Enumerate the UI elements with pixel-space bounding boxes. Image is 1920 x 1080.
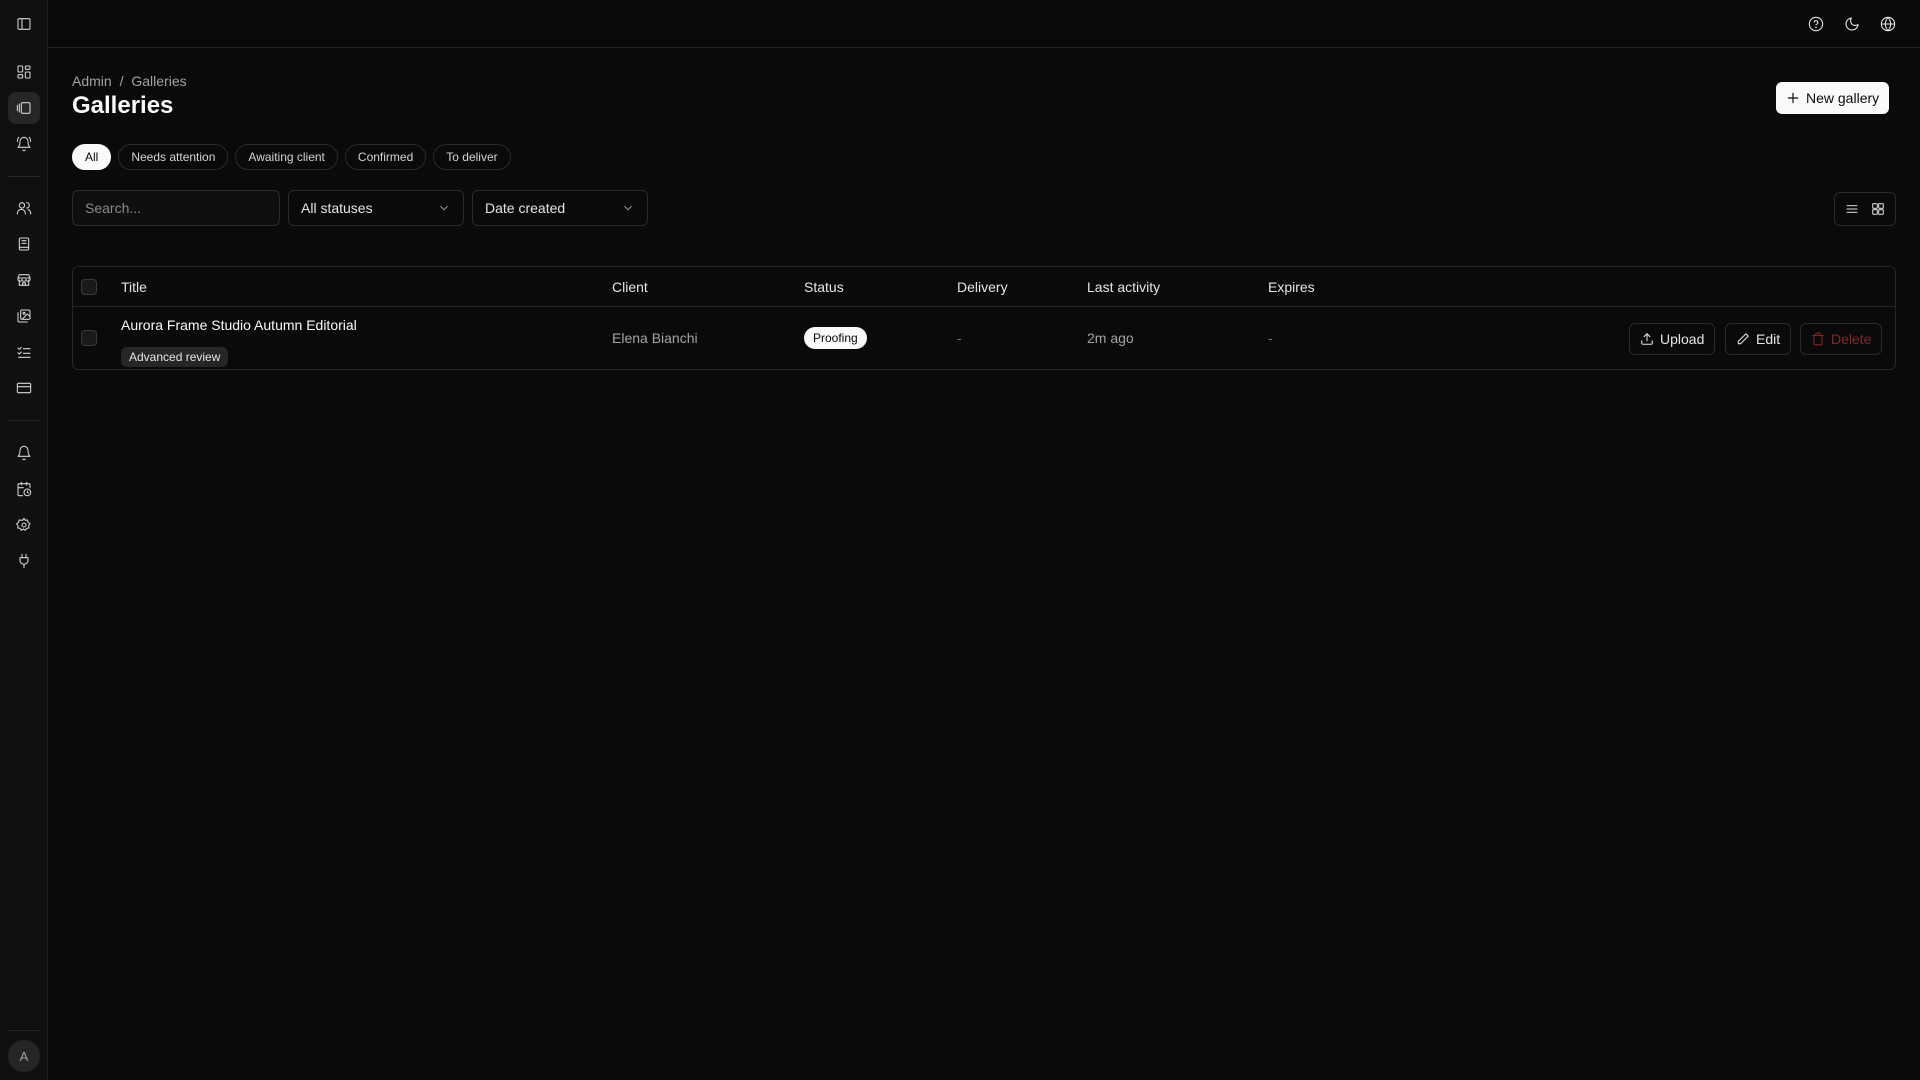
calendar-clock-icon[interactable]: [8, 473, 40, 505]
last-activity-value: 2m ago: [1087, 330, 1134, 346]
breadcrumb-current: Galleries: [131, 73, 187, 89]
edit-button[interactable]: Edit: [1725, 323, 1792, 355]
chevron-down-icon: [440, 205, 448, 211]
upload-button[interactable]: Upload: [1629, 323, 1716, 355]
bell-icon[interactable]: [8, 437, 40, 469]
pill-all[interactable]: All: [72, 144, 112, 170]
status-badge: Proofing: [804, 327, 867, 349]
column-status[interactable]: Status: [804, 279, 844, 295]
view-toggle: [1834, 192, 1896, 226]
pill-awaiting-client[interactable]: Awaiting client: [235, 144, 338, 170]
sidebar-toggle-icon[interactable]: [8, 8, 40, 40]
grid-view-icon[interactable]: [1866, 197, 1890, 221]
column-last-activity[interactable]: Last activity: [1087, 279, 1160, 295]
status-select[interactable]: All statuses: [288, 190, 464, 226]
pill-confirmed[interactable]: Confirmed: [344, 144, 427, 170]
column-client[interactable]: Client: [612, 279, 648, 295]
new-gallery-button[interactable]: New gallery: [1776, 82, 1890, 114]
bell-ringing-icon[interactable]: [8, 128, 40, 160]
pill-needs-attention[interactable]: Needs attention: [118, 144, 229, 170]
pencil-icon: [1737, 333, 1749, 345]
new-gallery-label: New gallery: [1806, 90, 1880, 106]
sidebar-divider: [8, 176, 40, 177]
galleries-icon[interactable]: [8, 92, 40, 124]
sidebar: A: [0, 0, 48, 1080]
upload-label: Upload: [1660, 331, 1705, 347]
edit-label: Edit: [1756, 331, 1781, 347]
delete-button[interactable]: Delete: [1800, 323, 1883, 355]
sidebar-divider: [8, 1030, 40, 1031]
row-checkbox[interactable]: [81, 330, 97, 346]
images-icon[interactable]: [8, 300, 40, 332]
column-title[interactable]: Title: [121, 279, 147, 295]
galleries-table: Title Client Status Delivery Last activi…: [72, 266, 1896, 370]
trash-icon: [1812, 332, 1824, 346]
gallery-title[interactable]: Aurora Frame Studio Autumn Editorial: [121, 317, 357, 333]
help-circle-icon[interactable]: [1804, 12, 1828, 36]
sort-select-value: Date created: [485, 200, 566, 216]
chevron-down-icon: [624, 205, 632, 211]
pill-to-deliver[interactable]: To deliver: [433, 144, 511, 170]
upload-icon: [1641, 333, 1653, 345]
users-icon[interactable]: [8, 192, 40, 224]
filter-pills: All Needs attention Awaiting client Conf…: [72, 144, 511, 170]
table-row[interactable]: Aurora Frame Studio Autumn Editorial Adv…: [73, 307, 1895, 370]
sort-select[interactable]: Date created: [472, 190, 648, 226]
search-input[interactable]: [72, 190, 280, 226]
table-header: Title Client Status Delivery Last activi…: [73, 267, 1895, 307]
column-expires[interactable]: Expires: [1268, 279, 1315, 295]
review-tag: Advanced review: [121, 347, 229, 367]
page-title: Galleries: [72, 92, 174, 119]
topbar: [48, 0, 1920, 48]
checklist-icon[interactable]: [8, 336, 40, 368]
select-all-checkbox[interactable]: [81, 279, 97, 295]
status-select-value: All statuses: [301, 200, 373, 216]
breadcrumb: Admin / Galleries: [72, 73, 187, 89]
avatar[interactable]: A: [8, 1040, 40, 1072]
expires-value: -: [1268, 330, 1273, 346]
sidebar-divider: [8, 420, 40, 421]
client-name: Elena Bianchi: [612, 330, 698, 346]
breadcrumb-admin[interactable]: Admin: [72, 73, 112, 89]
settings-icon[interactable]: [8, 509, 40, 541]
moon-icon[interactable]: [1840, 12, 1864, 36]
book-icon[interactable]: [8, 228, 40, 260]
store-icon[interactable]: [8, 264, 40, 296]
plug-icon[interactable]: [8, 545, 40, 577]
list-view-icon[interactable]: [1840, 197, 1864, 221]
column-delivery[interactable]: Delivery: [957, 279, 1008, 295]
plus-icon: [1787, 92, 1799, 104]
credit-card-icon[interactable]: [8, 372, 40, 404]
breadcrumb-separator: /: [119, 73, 124, 89]
delete-label: Delete: [1831, 331, 1872, 347]
dashboard-icon[interactable]: [8, 56, 40, 88]
delivery-value: -: [957, 330, 962, 346]
globe-icon[interactable]: [1876, 12, 1900, 36]
